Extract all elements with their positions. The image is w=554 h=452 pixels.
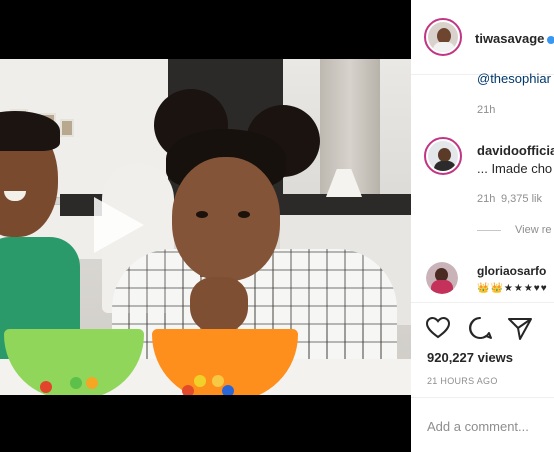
caption-time[interactable]: 21h: [477, 104, 495, 116]
comment-emojis: 👑👑★★★♥♥: [477, 283, 548, 294]
verified-icon: [547, 35, 554, 44]
comment-likes[interactable]: 9,375 lik: [501, 193, 542, 205]
comment-text: ... Imade cho: [477, 161, 553, 176]
comment-time[interactable]: 21h: [477, 193, 495, 205]
author-name[interactable]: tiwasavage: [475, 31, 544, 46]
video-player[interactable]: [0, 59, 411, 395]
post-sidebar: tiwasavage @thesophiar 21h davidoofficia…: [411, 0, 554, 452]
video-pane: [0, 0, 411, 452]
author-avatar[interactable]: [424, 18, 462, 56]
post-header: tiwasavage: [411, 0, 554, 75]
view-replies-link[interactable]: View re: [477, 224, 551, 236]
comment-composer: [411, 397, 554, 452]
heart-icon[interactable]: [425, 315, 451, 341]
commenter-avatar[interactable]: [424, 137, 462, 175]
post-timestamp[interactable]: 21 HOURS AGO: [427, 376, 498, 386]
comment-icon[interactable]: [467, 315, 493, 341]
share-icon[interactable]: [507, 315, 533, 341]
commenter-avatar[interactable]: [426, 262, 458, 294]
author-username[interactable]: tiwasavage: [475, 31, 554, 46]
commenter-username[interactable]: davidoofficial: [477, 143, 554, 158]
post-actions: 920,227 views 21 HOURS AGO: [411, 302, 554, 398]
caption-mention[interactable]: @thesophiar: [477, 71, 551, 86]
comment-input[interactable]: [427, 416, 554, 436]
view-count[interactable]: 920,227 views: [427, 350, 513, 365]
play-icon[interactable]: [84, 193, 148, 257]
commenter-username[interactable]: gloriaosarfo: [477, 264, 546, 278]
